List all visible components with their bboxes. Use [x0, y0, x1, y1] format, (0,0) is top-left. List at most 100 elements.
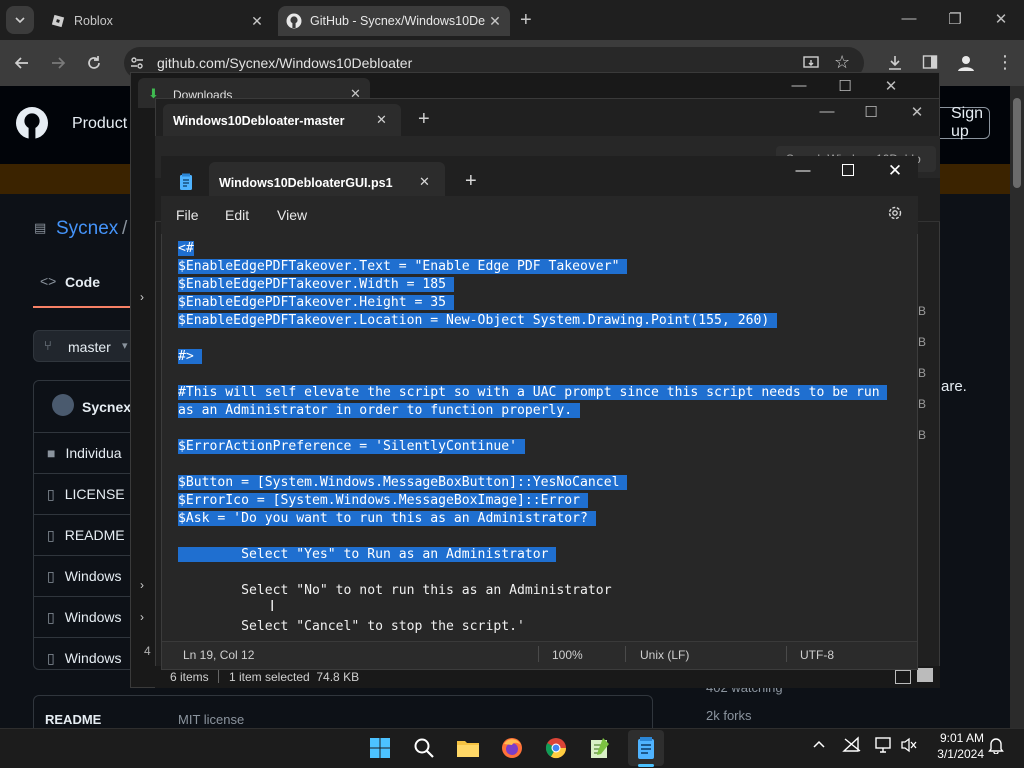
branch-icon: ⑂: [44, 338, 52, 353]
code-tab[interactable]: Code: [65, 274, 100, 290]
github-logo-icon[interactable]: [16, 107, 48, 139]
close-tab-icon[interactable]: ✕: [250, 14, 264, 28]
editor-line: $ErrorIco = [System.Windows.MessageBoxIm…: [162, 492, 902, 510]
search-icon[interactable]: [408, 732, 440, 764]
maximize-icon[interactable]: [842, 164, 854, 176]
display-network-icon[interactable]: [874, 736, 894, 754]
network-disconnected-icon[interactable]: [842, 736, 862, 754]
clock-date: 3/1/2024: [937, 747, 984, 761]
minimize-icon[interactable]: —: [780, 162, 826, 179]
more-menu-icon[interactable]: ⋮: [996, 52, 1014, 73]
menu-edit[interactable]: Edit: [225, 207, 249, 223]
text-cursor-icon: I: [270, 598, 275, 615]
details-view-icon[interactable]: [895, 670, 911, 684]
file-name: Windows: [64, 650, 122, 666]
minimize-icon[interactable]: —: [886, 10, 932, 27]
editor-line-text: Select "Cancel" to stop the script.': [178, 619, 525, 634]
repo-owner-link[interactable]: Sycnex: [56, 218, 118, 240]
close-tab-icon[interactable]: ✕: [376, 112, 387, 128]
close-window-icon[interactable]: ✕: [978, 10, 1024, 28]
chevron-down-icon: [15, 17, 25, 24]
system-clock[interactable]: 9:01 AM 3/1/2024: [930, 730, 984, 762]
tiles-view-icon[interactable]: [917, 668, 933, 682]
menu-view[interactable]: View: [277, 207, 307, 223]
license-tab[interactable]: MIT license: [178, 712, 244, 727]
file-size: B: [918, 304, 927, 318]
close-window-icon[interactable]: ✕: [868, 77, 914, 95]
editor-line: Select "Cancel" to stop the script.': [162, 618, 902, 636]
close-tab-icon[interactable]: ✕: [419, 174, 430, 190]
downloads-icon[interactable]: [886, 54, 904, 72]
menu-file[interactable]: File: [176, 207, 199, 223]
roblox-icon: [50, 13, 66, 29]
zoom-level[interactable]: 100%: [552, 648, 583, 662]
file-name: Windows: [64, 568, 122, 584]
editor-line-text: #This will self elevate the script so wi…: [178, 385, 888, 400]
reload-icon[interactable]: [80, 49, 108, 77]
tab-github[interactable]: GitHub - Sycnex/Windows10De ✕: [278, 6, 510, 36]
file-explorer-icon[interactable]: [452, 732, 484, 764]
site-info-icon[interactable]: [130, 56, 144, 70]
settings-gear-icon[interactable]: [886, 204, 904, 222]
notepad-taskbar-icon[interactable]: [630, 732, 662, 764]
file-icon: ▯: [47, 608, 55, 625]
new-tab-icon[interactable]: +: [520, 9, 532, 32]
restore-icon[interactable]: ❐: [932, 10, 978, 28]
page-scrollbar[interactable]: [1010, 86, 1024, 728]
tab-label: Roblox: [74, 14, 113, 28]
editor-line-text: $ErrorActionPreference = 'SilentlyContin…: [178, 439, 525, 454]
forks-count[interactable]: 2k forks: [706, 708, 752, 723]
file-size: B: [918, 428, 927, 442]
new-tab-icon[interactable]: +: [418, 108, 430, 131]
maximize-icon[interactable]: ☐: [848, 103, 894, 121]
chrome-icon[interactable]: [540, 732, 572, 764]
tab-roblox[interactable]: Roblox ✕: [42, 6, 272, 36]
encoding[interactable]: UTF-8: [800, 648, 834, 662]
minimize-icon[interactable]: —: [776, 77, 822, 94]
editor-line-text: $EnableEdgePDFTakeover.Height = 35: [178, 295, 454, 310]
file-icon: ▯: [47, 649, 55, 666]
chevron-right-icon[interactable]: ›: [140, 610, 144, 624]
notepad-plus-plus-icon[interactable]: [584, 732, 616, 764]
commit-author[interactable]: Sycnex: [82, 399, 131, 415]
maximize-icon[interactable]: ☐: [822, 77, 868, 95]
tab-search-button[interactable]: [6, 6, 34, 34]
profile-icon[interactable]: [956, 53, 976, 73]
file-name: LICENSE: [64, 486, 125, 502]
divider: [538, 646, 539, 662]
minimize-icon[interactable]: —: [804, 103, 850, 120]
close-window-icon[interactable]: ✕: [894, 103, 940, 121]
side-panel-icon[interactable]: [922, 54, 938, 70]
close-tab-icon[interactable]: ✕: [488, 14, 502, 28]
new-tab-icon[interactable]: +: [465, 170, 477, 193]
install-app-icon[interactable]: [802, 54, 820, 72]
editor-line: $Ask = 'Do you want to run this as an Ad…: [162, 510, 902, 528]
chevron-right-icon[interactable]: ›: [140, 290, 144, 304]
editor-line: #>: [162, 348, 902, 366]
chevron-up-icon[interactable]: [812, 738, 826, 752]
volume-muted-icon[interactable]: [900, 737, 918, 753]
forward-icon[interactable]: [44, 49, 72, 77]
close-window-icon[interactable]: ✕: [872, 161, 918, 181]
folder-icon: ■: [47, 445, 56, 461]
back-icon[interactable]: [8, 49, 36, 77]
text-editor[interactable]: <# $EnableEdgePDFTakeover.Text = "Enable …: [162, 240, 902, 638]
editor-line: $Button = [System.Windows.MessageBoxButt…: [162, 474, 902, 492]
file-name: Individua: [65, 445, 122, 461]
bookmark-star-icon[interactable]: ☆: [834, 52, 850, 73]
firefox-icon[interactable]: [496, 732, 528, 764]
editor-line: $EnableEdgePDFTakeover.Width = 185: [162, 276, 902, 294]
line-ending[interactable]: Unix (LF): [640, 648, 689, 662]
file-icon: ▯: [47, 526, 55, 543]
product-menu[interactable]: Product: [72, 115, 127, 133]
start-button[interactable]: [364, 732, 396, 764]
chevron-right-icon[interactable]: ›: [140, 578, 144, 592]
readme-tab[interactable]: README: [45, 712, 101, 727]
editor-line-text: <#: [178, 241, 194, 256]
editor-line: Select "Yes" to Run as an Administrator: [162, 546, 902, 564]
notification-bell-icon[interactable]: [988, 736, 1004, 754]
